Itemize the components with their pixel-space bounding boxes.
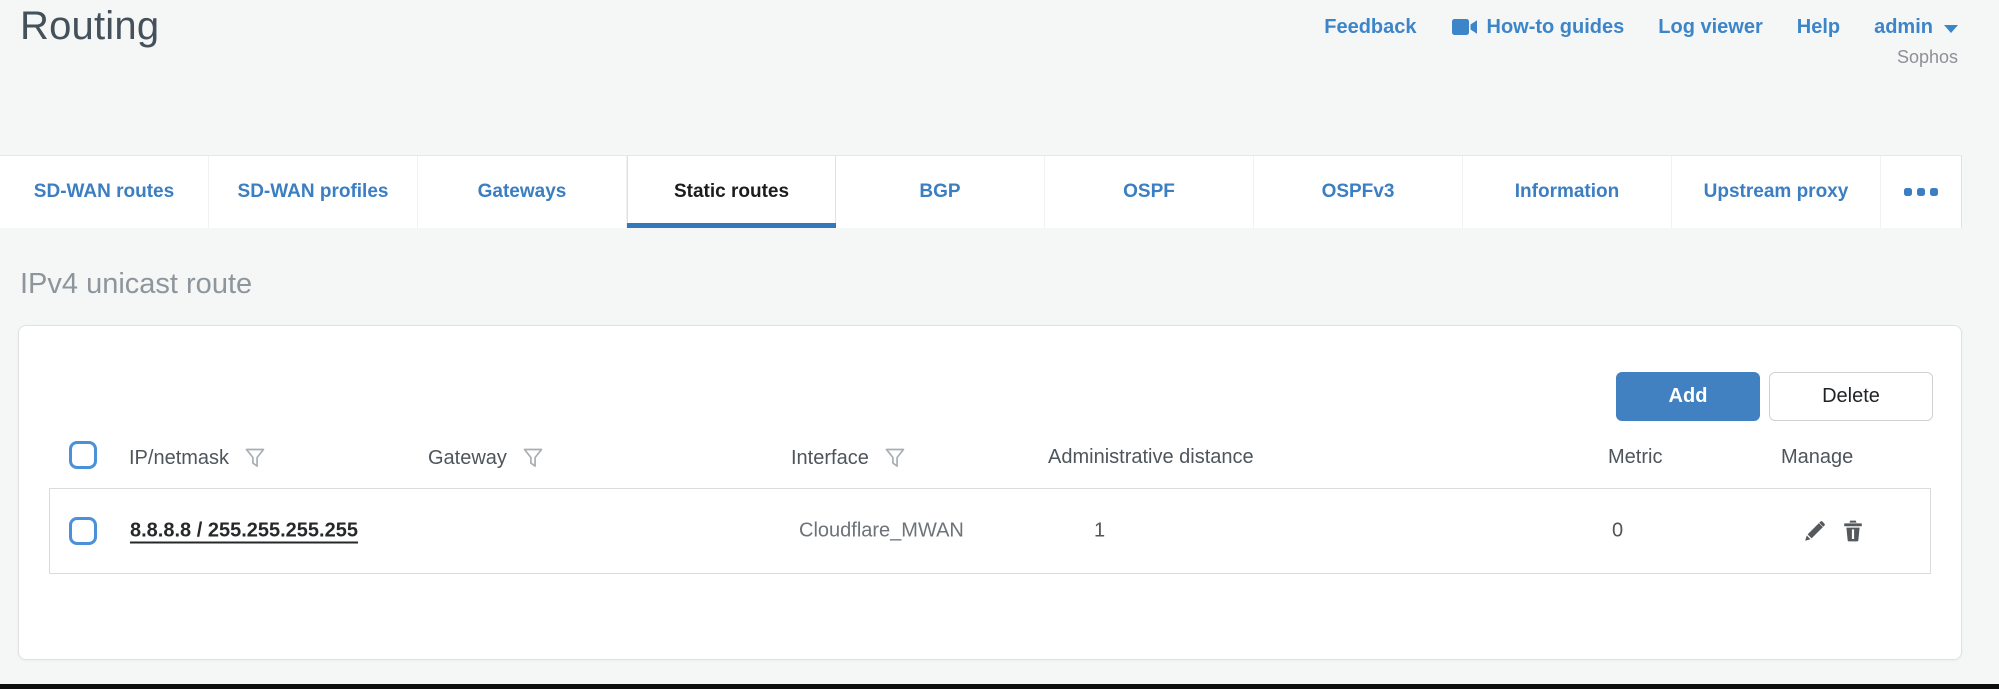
ellipsis-dot <box>1930 188 1938 196</box>
brand-label: Sophos <box>1897 47 1958 68</box>
column-header-administrative-distance: Administrative distance <box>1048 446 1254 469</box>
tab-sd-wan-routes[interactable]: SD-WAN routes <box>0 156 209 228</box>
route-ip-netmask-link[interactable]: 8.8.8.8 / 255.255.255.255 <box>130 520 358 543</box>
chevron-down-icon <box>1944 25 1958 33</box>
page-header: Routing Feedback How-to guides Log viewe… <box>0 0 1999 155</box>
bottom-edge-bar <box>0 684 1999 689</box>
delete-trash-icon[interactable] <box>1840 518 1866 544</box>
feedback-link[interactable]: Feedback <box>1324 16 1416 39</box>
tab-bgp[interactable]: BGP <box>836 156 1045 228</box>
delete-button[interactable]: Delete <box>1769 372 1933 421</box>
log-viewer-link[interactable]: Log viewer <box>1658 16 1762 39</box>
tab-ospfv3[interactable]: OSPFv3 <box>1254 156 1463 228</box>
tab-overflow-ellipsis-icon[interactable] <box>1881 156 1961 228</box>
routes-card: Add Delete IP/netmask Gateway Interface … <box>18 325 1962 660</box>
admin-menu[interactable]: admin <box>1874 16 1958 39</box>
edit-pencil-icon[interactable] <box>1802 518 1828 544</box>
column-header-manage: Manage <box>1781 446 1853 469</box>
route-administrative-distance-value: 1 <box>1094 520 1105 543</box>
tab-ospf[interactable]: OSPF <box>1045 156 1254 228</box>
row-manage-actions <box>1802 518 1866 544</box>
select-all-checkbox[interactable] <box>69 441 97 469</box>
filter-icon[interactable] <box>884 446 906 470</box>
filter-icon[interactable] <box>244 446 266 470</box>
table-header: IP/netmask Gateway Interface Administrat… <box>19 438 1961 484</box>
add-button[interactable]: Add <box>1616 372 1760 421</box>
admin-menu-label: admin <box>1874 16 1933 39</box>
tab-static-routes[interactable]: Static routes <box>627 156 836 228</box>
tab-upstream-proxy[interactable]: Upstream proxy <box>1672 156 1881 228</box>
top-nav: Feedback How-to guides Log viewer Help a… <box>1324 12 1958 42</box>
ellipsis-dot <box>1917 188 1925 196</box>
column-header-gateway: Gateway <box>428 446 544 470</box>
howto-guides-link[interactable]: How-to guides <box>1451 16 1625 39</box>
filter-icon[interactable] <box>522 446 544 470</box>
row-checkbox[interactable] <box>69 517 97 545</box>
help-link[interactable]: Help <box>1797 16 1840 39</box>
tab-sd-wan-profiles[interactable]: SD-WAN profiles <box>209 156 418 228</box>
column-header-ip-netmask: IP/netmask <box>129 446 266 470</box>
page-title: Routing <box>20 4 159 49</box>
tab-information[interactable]: Information <box>1463 156 1672 228</box>
howto-guides-label: How-to guides <box>1487 16 1625 39</box>
route-interface-value: Cloudflare_MWAN <box>799 520 964 543</box>
video-camera-icon <box>1451 16 1478 38</box>
tab-gateways[interactable]: Gateways <box>418 156 627 228</box>
route-metric-value: 0 <box>1612 520 1623 543</box>
column-header-interface: Interface <box>791 446 906 470</box>
tab-bar: SD-WAN routes SD-WAN profiles Gateways S… <box>0 155 1962 228</box>
ellipsis-dot <box>1904 188 1912 196</box>
column-header-metric: Metric <box>1608 446 1662 469</box>
table-row: 8.8.8.8 / 255.255.255.255 Cloudflare_MWA… <box>49 488 1931 574</box>
section-heading: IPv4 unicast route <box>20 268 252 301</box>
